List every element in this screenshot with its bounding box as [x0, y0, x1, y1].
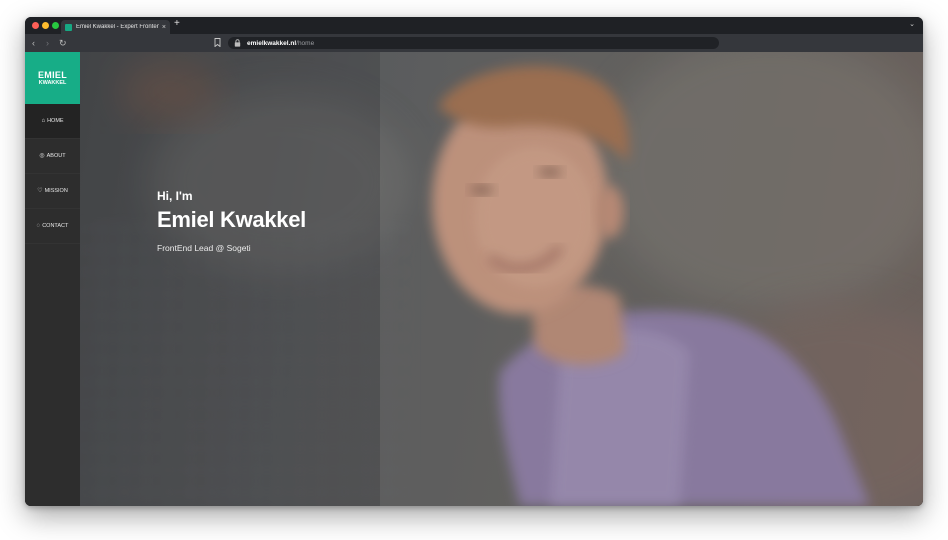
nav-item-label: MISSION — [44, 188, 68, 194]
nav-item-mission[interactable]: ♡ MISSION — [25, 174, 80, 209]
url-path: /home — [296, 39, 315, 47]
browser-window: Emiel Kwakkel - Expert Frontend × + ⌄ ‹ … — [25, 17, 923, 506]
logo-first-name: EMIEL — [37, 69, 67, 80]
home-icon: ⌂ — [41, 118, 46, 124]
favicon-icon — [65, 23, 72, 31]
url-host: emielkwakkel.nl — [247, 39, 297, 47]
nav-item-contact[interactable]: ◌ CONTACT — [25, 209, 80, 244]
hero-portrait-photo — [80, 52, 923, 506]
close-window-button[interactable] — [32, 22, 39, 29]
nav-item-home[interactable]: ⌂ HOME — [25, 104, 80, 139]
back-icon[interactable]: ‹ — [32, 37, 35, 49]
hero-role: FrontEnd Lead @ Sogeti — [157, 243, 251, 253]
reload-icon[interactable]: ↻ — [59, 37, 67, 49]
browser-toolbar: ‹ › ↻ emielkwakkel.nl /home — [25, 34, 923, 52]
maximize-window-button[interactable] — [52, 22, 59, 29]
tab-bar: Emiel Kwakkel - Expert Frontend × + ⌄ — [25, 17, 923, 34]
hero-intro: Hi, I'm Emiel Kwakkel FrontEnd Lead @ So… — [157, 189, 306, 253]
chat-bubble-icon: ◌ — [36, 223, 41, 229]
heart-icon: ♡ — [37, 188, 43, 194]
user-circle-icon: ◎ — [39, 153, 45, 159]
bookmark-icon[interactable] — [214, 38, 221, 47]
tab-close-icon[interactable]: × — [162, 24, 166, 31]
nav-item-label: CONTACT — [42, 223, 69, 229]
hero-greeting: Hi, I'm — [157, 189, 193, 203]
site-logo[interactable]: EMIEL KWAKKEL — [25, 52, 80, 104]
tab-list-chevron-icon[interactable]: ⌄ — [909, 21, 915, 28]
lock-icon — [234, 39, 241, 47]
nav-item-label: ABOUT — [46, 153, 66, 159]
sidebar: EMIEL KWAKKEL ⌂ HOME ◎ ABOUT ♡ MISSION ◌… — [25, 52, 80, 506]
minimize-window-button[interactable] — [42, 22, 49, 29]
hero-section: Hi, I'm Emiel Kwakkel FrontEnd Lead @ So… — [80, 52, 923, 506]
nav-item-label: HOME — [47, 118, 64, 124]
nav-item-about[interactable]: ◎ ABOUT — [25, 139, 80, 174]
browser-tab[interactable]: Emiel Kwakkel - Expert Frontend × — [61, 20, 170, 34]
page-viewport: EMIEL KWAKKEL ⌂ HOME ◎ ABOUT ♡ MISSION ◌… — [25, 52, 923, 506]
logo-last-name: KWAKKEL — [38, 79, 67, 86]
tab-title: Emiel Kwakkel - Expert Frontend — [76, 24, 159, 30]
forward-icon[interactable]: › — [46, 37, 49, 49]
new-tab-button[interactable]: + — [174, 19, 180, 29]
address-bar[interactable]: emielkwakkel.nl /home — [228, 37, 719, 49]
hero-name: Emiel Kwakkel — [157, 207, 306, 232]
